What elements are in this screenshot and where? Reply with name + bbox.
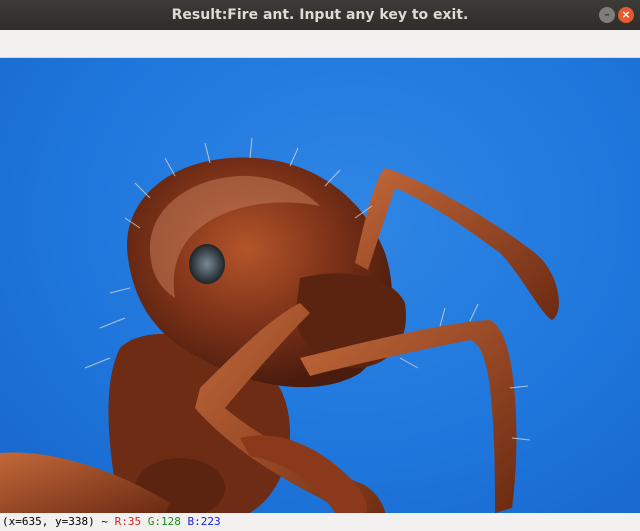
close-button[interactable]: × xyxy=(618,7,634,23)
minimize-button[interactable]: – xyxy=(599,7,615,23)
status-bar: (x=635, y=338) ~ R:35 G:128 B:223 xyxy=(0,513,640,531)
image-canvas[interactable] xyxy=(0,58,640,513)
pixel-blue-value: B:223 xyxy=(187,515,221,528)
cursor-coordinates: (x=635, y=338) ~ xyxy=(2,515,115,528)
minimize-icon: – xyxy=(604,8,610,21)
close-icon: × xyxy=(621,8,631,21)
window-titlebar: Result:Fire ant. Input any key to exit. … xyxy=(0,0,640,30)
ant-eye xyxy=(189,244,225,284)
toolbar xyxy=(0,30,640,58)
pixel-red-value: R:35 xyxy=(114,515,142,528)
pixel-green-value: G:128 xyxy=(147,515,181,528)
window-title: Result:Fire ant. Input any key to exit. xyxy=(171,7,469,23)
fire-ant-image xyxy=(0,137,559,513)
